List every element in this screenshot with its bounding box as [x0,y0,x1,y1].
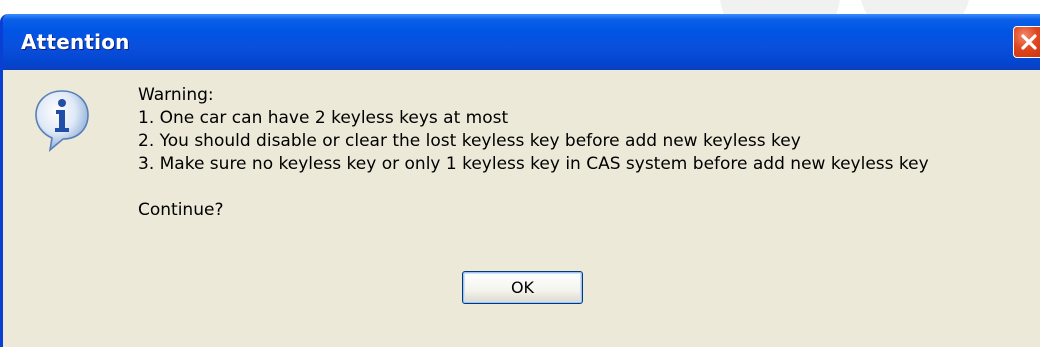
attention-dialog: Attention Warning: 1. One car can have 2… [0,14,1040,347]
message-line: 1. One car can have 2 keyless keys at mo… [138,108,509,128]
title-bar[interactable]: Attention [3,14,1040,70]
dialog-title: Attention [21,30,130,54]
message-line: 3. Make sure no keyless key or only 1 ke… [138,154,929,174]
information-icon [33,88,91,154]
dialog-body: Warning: 1. One car can have 2 keyless k… [3,70,1040,347]
close-icon [1021,34,1037,50]
message-line: Warning: [138,85,214,105]
ok-button[interactable]: OK [462,271,583,304]
screen: Attention Warning: 1. One car can have 2… [0,0,1040,347]
message-line: Continue? [138,200,224,220]
message-line: 2. You should disable or clear the lost … [138,131,801,151]
close-button[interactable] [1013,26,1040,58]
message-text: Warning: 1. One car can have 2 keyless k… [138,84,929,222]
